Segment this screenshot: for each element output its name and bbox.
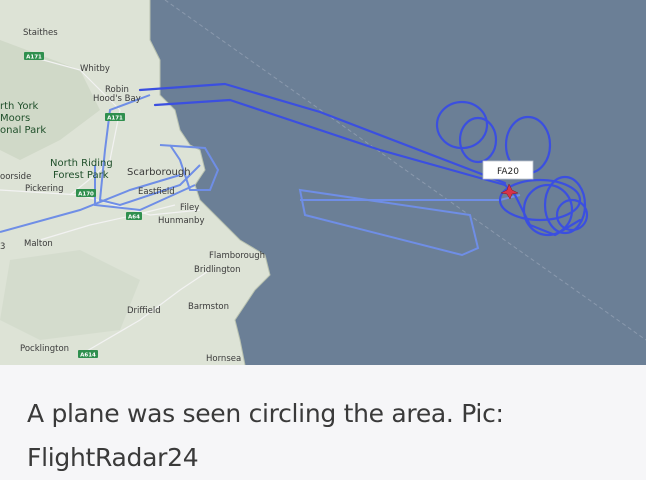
road-badge-a64: A64 — [126, 212, 142, 221]
image-caption: A plane was seen circling the area. Pic:… — [27, 399, 504, 472]
flight-tracking-map: FA20 A171 A171 A170 A64 A614 Staithes Wh… — [0, 0, 646, 365]
place-label-north-riding: North Riding — [50, 158, 113, 169]
svg-text:A614: A614 — [80, 353, 96, 359]
place-label-pickering: Pickering — [25, 184, 63, 194]
place-label-north-york-moors: rth York — [0, 101, 39, 112]
place-label-north-york-moors-3: onal Park — [0, 125, 46, 136]
place-label-barmston: Barmston — [188, 302, 229, 312]
road-badge-a171-west: A171 — [24, 52, 44, 61]
place-label-staithes: Staithes — [23, 28, 58, 38]
svg-text:A64: A64 — [128, 215, 140, 221]
place-label-hunmanby: Hunmanby — [158, 216, 204, 226]
place-label-hornsea: Hornsea — [206, 354, 241, 364]
road-badge-a170: A170 — [76, 189, 96, 198]
place-label-filey: Filey — [180, 203, 199, 213]
place-label-driffield: Driffield — [127, 306, 161, 316]
aircraft-callsign-label[interactable]: FA20 — [482, 160, 534, 180]
place-label-north-york-moors-2: Moors — [0, 113, 30, 124]
road-badge-a171-east: A171 — [105, 113, 125, 122]
place-label-robin-hoods-bay-2: Hood's Bay — [93, 94, 141, 104]
svg-text:A171: A171 — [26, 55, 42, 61]
place-label-bridlington: Bridlington — [194, 265, 241, 275]
place-label-flamborough: Flamborough — [209, 251, 265, 261]
aircraft-callsign-text: FA20 — [497, 167, 519, 177]
place-label-scarborough: Scarborough — [127, 167, 191, 178]
place-label-whitby: Whitby — [80, 64, 110, 74]
svg-text:A171: A171 — [107, 116, 123, 122]
place-label-edge-digit: 3 — [0, 242, 5, 252]
place-label-moorside: oorside — [0, 172, 31, 182]
place-label-forest-park: Forest Park — [53, 170, 109, 181]
place-label-malton: Malton — [24, 239, 53, 249]
place-label-pocklington: Pocklington — [20, 344, 69, 354]
road-badge-a614: A614 — [78, 350, 98, 359]
place-label-eastfield: Eastfield — [138, 187, 175, 197]
svg-text:A170: A170 — [78, 192, 94, 198]
